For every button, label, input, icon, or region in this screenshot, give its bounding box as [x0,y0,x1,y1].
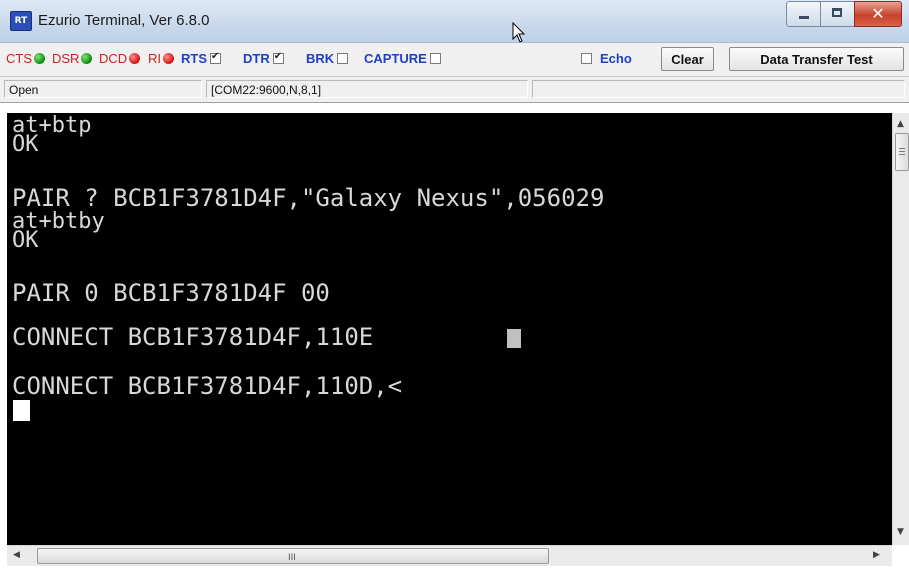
terminal-line: OK [12,132,39,157]
maximize-icon [832,8,842,17]
terminal-line: CONNECT BCB1F3781D4F,110D,< [12,372,403,400]
title-bar: RT Ezurio Terminal, Ver 6.8.0 ✕ [0,0,909,43]
terminal-line: PAIR ? BCB1F3781D4F,"Galaxy Nexus",05602… [12,184,605,212]
capture-toggle[interactable]: CAPTURE [364,51,441,66]
brk-checkbox[interactable] [337,53,349,64]
brk-toggle[interactable]: BRK [306,51,349,66]
maximize-button[interactable] [820,1,856,27]
close-button[interactable]: ✕ [854,1,902,27]
cts-indicator: CTS [6,51,45,66]
ri-led-icon [163,53,174,64]
minimize-icon [799,16,809,19]
port-settings: [COM22:9600,N,8,1] [206,80,528,98]
close-icon: ✕ [871,4,885,23]
dsr-indicator: DSR [52,51,93,66]
selection-block [507,329,521,348]
status-bar: Open [COM22:9600,N,8,1] [0,77,909,103]
dtr-toggle[interactable]: DTR [243,51,284,66]
rts-label: RTS [181,51,207,66]
vertical-scroll-thumb[interactable] [895,133,909,171]
scroll-up-arrow-icon[interactable]: ▲ [897,119,904,129]
scroll-left-arrow-icon[interactable]: ◀ [13,550,20,560]
window-title: Ezurio Terminal, Ver 6.8.0 [38,12,210,29]
terminal-line: CONNECT BCB1F3781D4F,110E [12,323,374,351]
vertical-scrollbar[interactable]: ▲ ▼ [892,113,909,545]
cts-led-icon [34,53,45,64]
terminal-output[interactable]: at+btp OK PAIR ? BCB1F3781D4F,"Galaxy Ne… [7,113,892,545]
rts-checkbox[interactable] [210,51,221,64]
dsr-label: DSR [52,51,80,66]
horizontal-scrollbar[interactable]: ◀ III ▶ [7,545,892,566]
dcd-indicator: DCD [99,51,141,66]
capture-label: CAPTURE [364,51,427,66]
dtr-label: DTR [243,51,270,66]
dcd-led-icon [129,53,141,64]
horizontal-scroll-thumb[interactable]: III [37,548,549,564]
terminal-line: PAIR 0 BCB1F3781D4F 00 [12,279,330,307]
status-empty-cell [532,80,905,98]
grip-line [899,151,905,152]
app-icon[interactable]: RT [10,11,32,31]
terminal-line: OK [12,228,39,253]
dcd-label: DCD [99,51,128,66]
echo-checkbox[interactable] [581,53,592,64]
dtr-checkbox[interactable] [272,51,284,64]
grip-line [899,148,905,149]
cts-label: CTS [6,51,32,66]
rts-toggle[interactable]: RTS [181,51,221,66]
connection-state: Open [4,80,202,98]
ri-label: RI [148,51,161,66]
mouse-pointer-icon [512,22,526,43]
capture-checkbox[interactable] [429,53,441,64]
echo-label: Echo [600,51,632,66]
data-transfer-test-button[interactable]: Data Transfer Test [729,47,904,71]
minimize-button[interactable] [786,1,822,27]
scroll-down-arrow-icon[interactable]: ▼ [897,527,904,537]
brk-label: BRK [306,51,335,66]
scroll-right-arrow-icon[interactable]: ▶ [873,550,880,560]
toolbar: CTS DSR DCD RI RTS DTR BRK CAPTURE Echo … [0,43,909,77]
ri-indicator: RI [148,51,174,66]
echo-toggle[interactable]: Echo [581,51,632,66]
dsr-led-icon [81,53,93,64]
clear-button[interactable]: Clear [661,47,714,71]
horizontal-grip: III [288,553,296,563]
text-cursor [13,400,30,421]
grip-line [899,154,905,155]
